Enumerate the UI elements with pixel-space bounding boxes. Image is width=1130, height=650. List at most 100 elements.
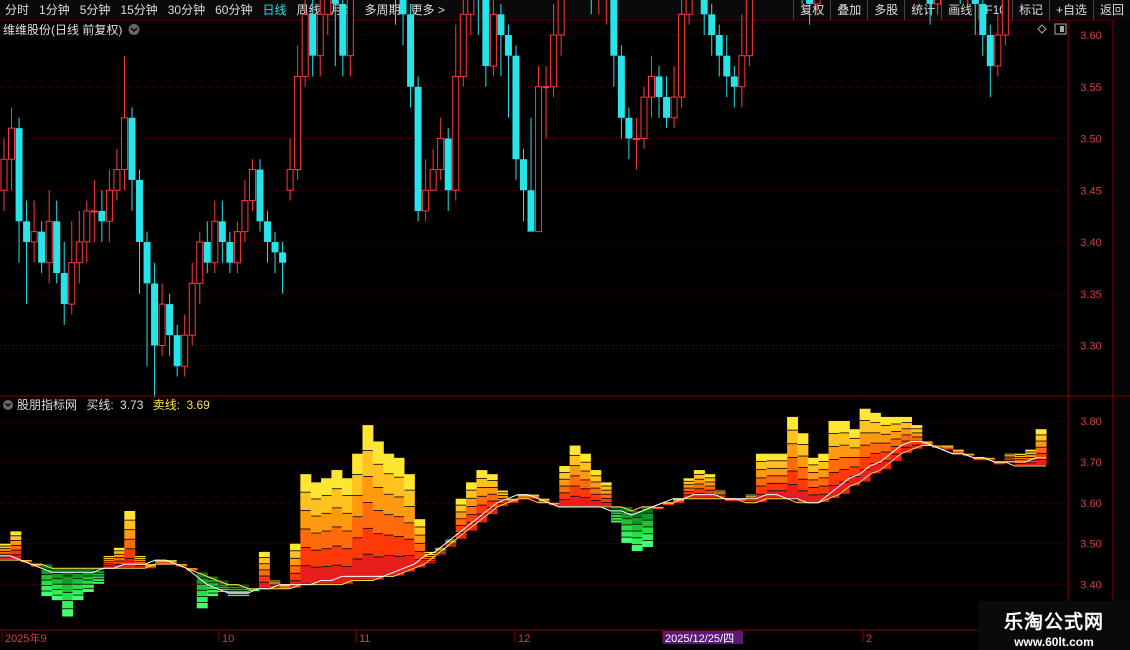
indicator-band-cell	[683, 478, 695, 481]
indicator-band-cell	[621, 513, 633, 519]
indicator-band-cell	[300, 566, 312, 584]
indicator-band-cell	[434, 553, 446, 555]
candle-body	[986, 35, 994, 67]
indicator-band-cell	[1014, 457, 1026, 460]
candle-body	[309, 14, 317, 56]
indicator-band-cell	[807, 480, 819, 488]
indicator-band-cell	[269, 583, 281, 585]
indicator-band-cell	[859, 421, 871, 433]
candle-body	[407, 14, 415, 87]
indicator-band-cell	[1035, 447, 1047, 453]
chart-area[interactable]: 维维股份(日线 前复权) 3.803.753.703.653.603.553.5…	[0, 0, 1130, 650]
title-menu-icon[interactable]	[128, 24, 140, 35]
candle-body	[203, 242, 211, 263]
indicator-band-cell	[331, 565, 343, 584]
indicator-band-cell	[652, 508, 664, 510]
candle-body	[346, 0, 354, 57]
candle-body	[53, 221, 61, 274]
indicator-band-cell	[155, 560, 167, 562]
candle-body	[286, 169, 294, 191]
indicator-band-cell	[300, 510, 312, 529]
indicator-menu-icon[interactable]	[3, 400, 13, 410]
indicator-band-cell	[590, 488, 602, 494]
candle-body	[218, 221, 226, 242]
indicator-band-cell	[341, 531, 353, 549]
candle-body	[113, 169, 121, 191]
indicator-band-cell	[756, 470, 767, 478]
indicator-band-cell	[1004, 459, 1016, 460]
indicator-band-cell	[849, 448, 861, 458]
indicator-band-cell	[579, 498, 591, 507]
indicator-band-cell	[818, 486, 830, 494]
indicator-band-cell	[155, 562, 167, 564]
indicator-band-cell	[901, 429, 912, 435]
indicator-band-cell	[82, 588, 94, 592]
indicator-band-cell	[196, 596, 208, 603]
price-tick-label: 3.50	[1080, 539, 1101, 551]
price-tick-label: 3.80	[1080, 416, 1101, 428]
price-tick-label: 3.35	[1080, 289, 1101, 301]
indicator-band-cell	[362, 476, 374, 502]
indicator-band-cell	[818, 461, 830, 470]
candle-body	[143, 242, 151, 284]
indicator-band-cell	[756, 453, 767, 462]
price-tick-label: 3.70	[1080, 457, 1101, 469]
indicator-band-cell	[331, 527, 343, 546]
indicator-band-cell	[683, 485, 695, 488]
indicator-band-cell	[766, 476, 778, 483]
indicator-band-cell	[807, 465, 819, 473]
indicator-band-cell	[756, 486, 767, 494]
indicator-band-cell	[942, 448, 954, 450]
indicator-band-cell	[393, 517, 405, 537]
indicator-band-cell	[352, 538, 364, 559]
indicator-band-cell	[103, 566, 115, 568]
candle-body	[437, 138, 445, 171]
indicator-band-cell	[51, 573, 63, 579]
indicator-band-cell	[756, 478, 767, 486]
indicator-band-cell	[869, 453, 881, 464]
indicator-band-cell	[807, 495, 819, 502]
candle-body	[173, 335, 181, 367]
indicator-band-cell	[362, 450, 374, 477]
indicator-band-cell	[559, 472, 571, 479]
indicator-band-cell	[41, 575, 53, 580]
indicator-band-cell	[124, 549, 136, 558]
indicator-band-cell	[10, 536, 22, 541]
indicator-band-cell	[414, 535, 426, 543]
indicator-band-cell	[341, 513, 353, 531]
indicator-band-cell	[838, 457, 850, 470]
indicator-band-cell	[838, 445, 850, 458]
indicator-band-cell	[704, 478, 716, 482]
indicator-band-cell	[911, 429, 923, 433]
indicator-band-cell	[901, 416, 912, 423]
indicator-band-cell	[362, 425, 374, 451]
indicator-price-axis: 3.80 3.70 3.60 3.50 3.40	[1080, 416, 1101, 592]
candle-body	[151, 283, 159, 346]
indicator-band-cell	[1014, 463, 1026, 466]
time-label: 2025年9	[5, 631, 47, 645]
indicator-band-cell	[352, 495, 364, 517]
indicator-band-cell	[911, 437, 923, 441]
indicator-bands	[0, 408, 1047, 617]
candle-body	[248, 169, 256, 202]
indicator-band-cell	[466, 506, 477, 515]
indicator-band-cell	[880, 452, 892, 461]
candle-body	[188, 282, 196, 336]
indicator-band-cell	[569, 445, 581, 455]
diamond-icon[interactable]	[1037, 24, 1047, 34]
candle-body	[38, 231, 46, 263]
indicator-band-cell	[590, 482, 602, 488]
indicator-band-cell	[134, 560, 146, 562]
indicator-band-cell	[787, 430, 799, 444]
candle-body	[339, 3, 347, 56]
indicator-band-cell	[258, 582, 270, 588]
indicator-band-cell	[942, 446, 954, 448]
indicator-band-cell	[776, 476, 788, 483]
indicator-band-cell	[41, 580, 53, 586]
indicator-band-cell	[51, 584, 63, 590]
indicator-name: 股朋指标网	[17, 397, 77, 412]
indicator-band-cell	[642, 540, 654, 547]
indicator-band-cell	[310, 550, 322, 567]
candle-body	[233, 231, 241, 264]
candle-body	[542, 86, 550, 89]
